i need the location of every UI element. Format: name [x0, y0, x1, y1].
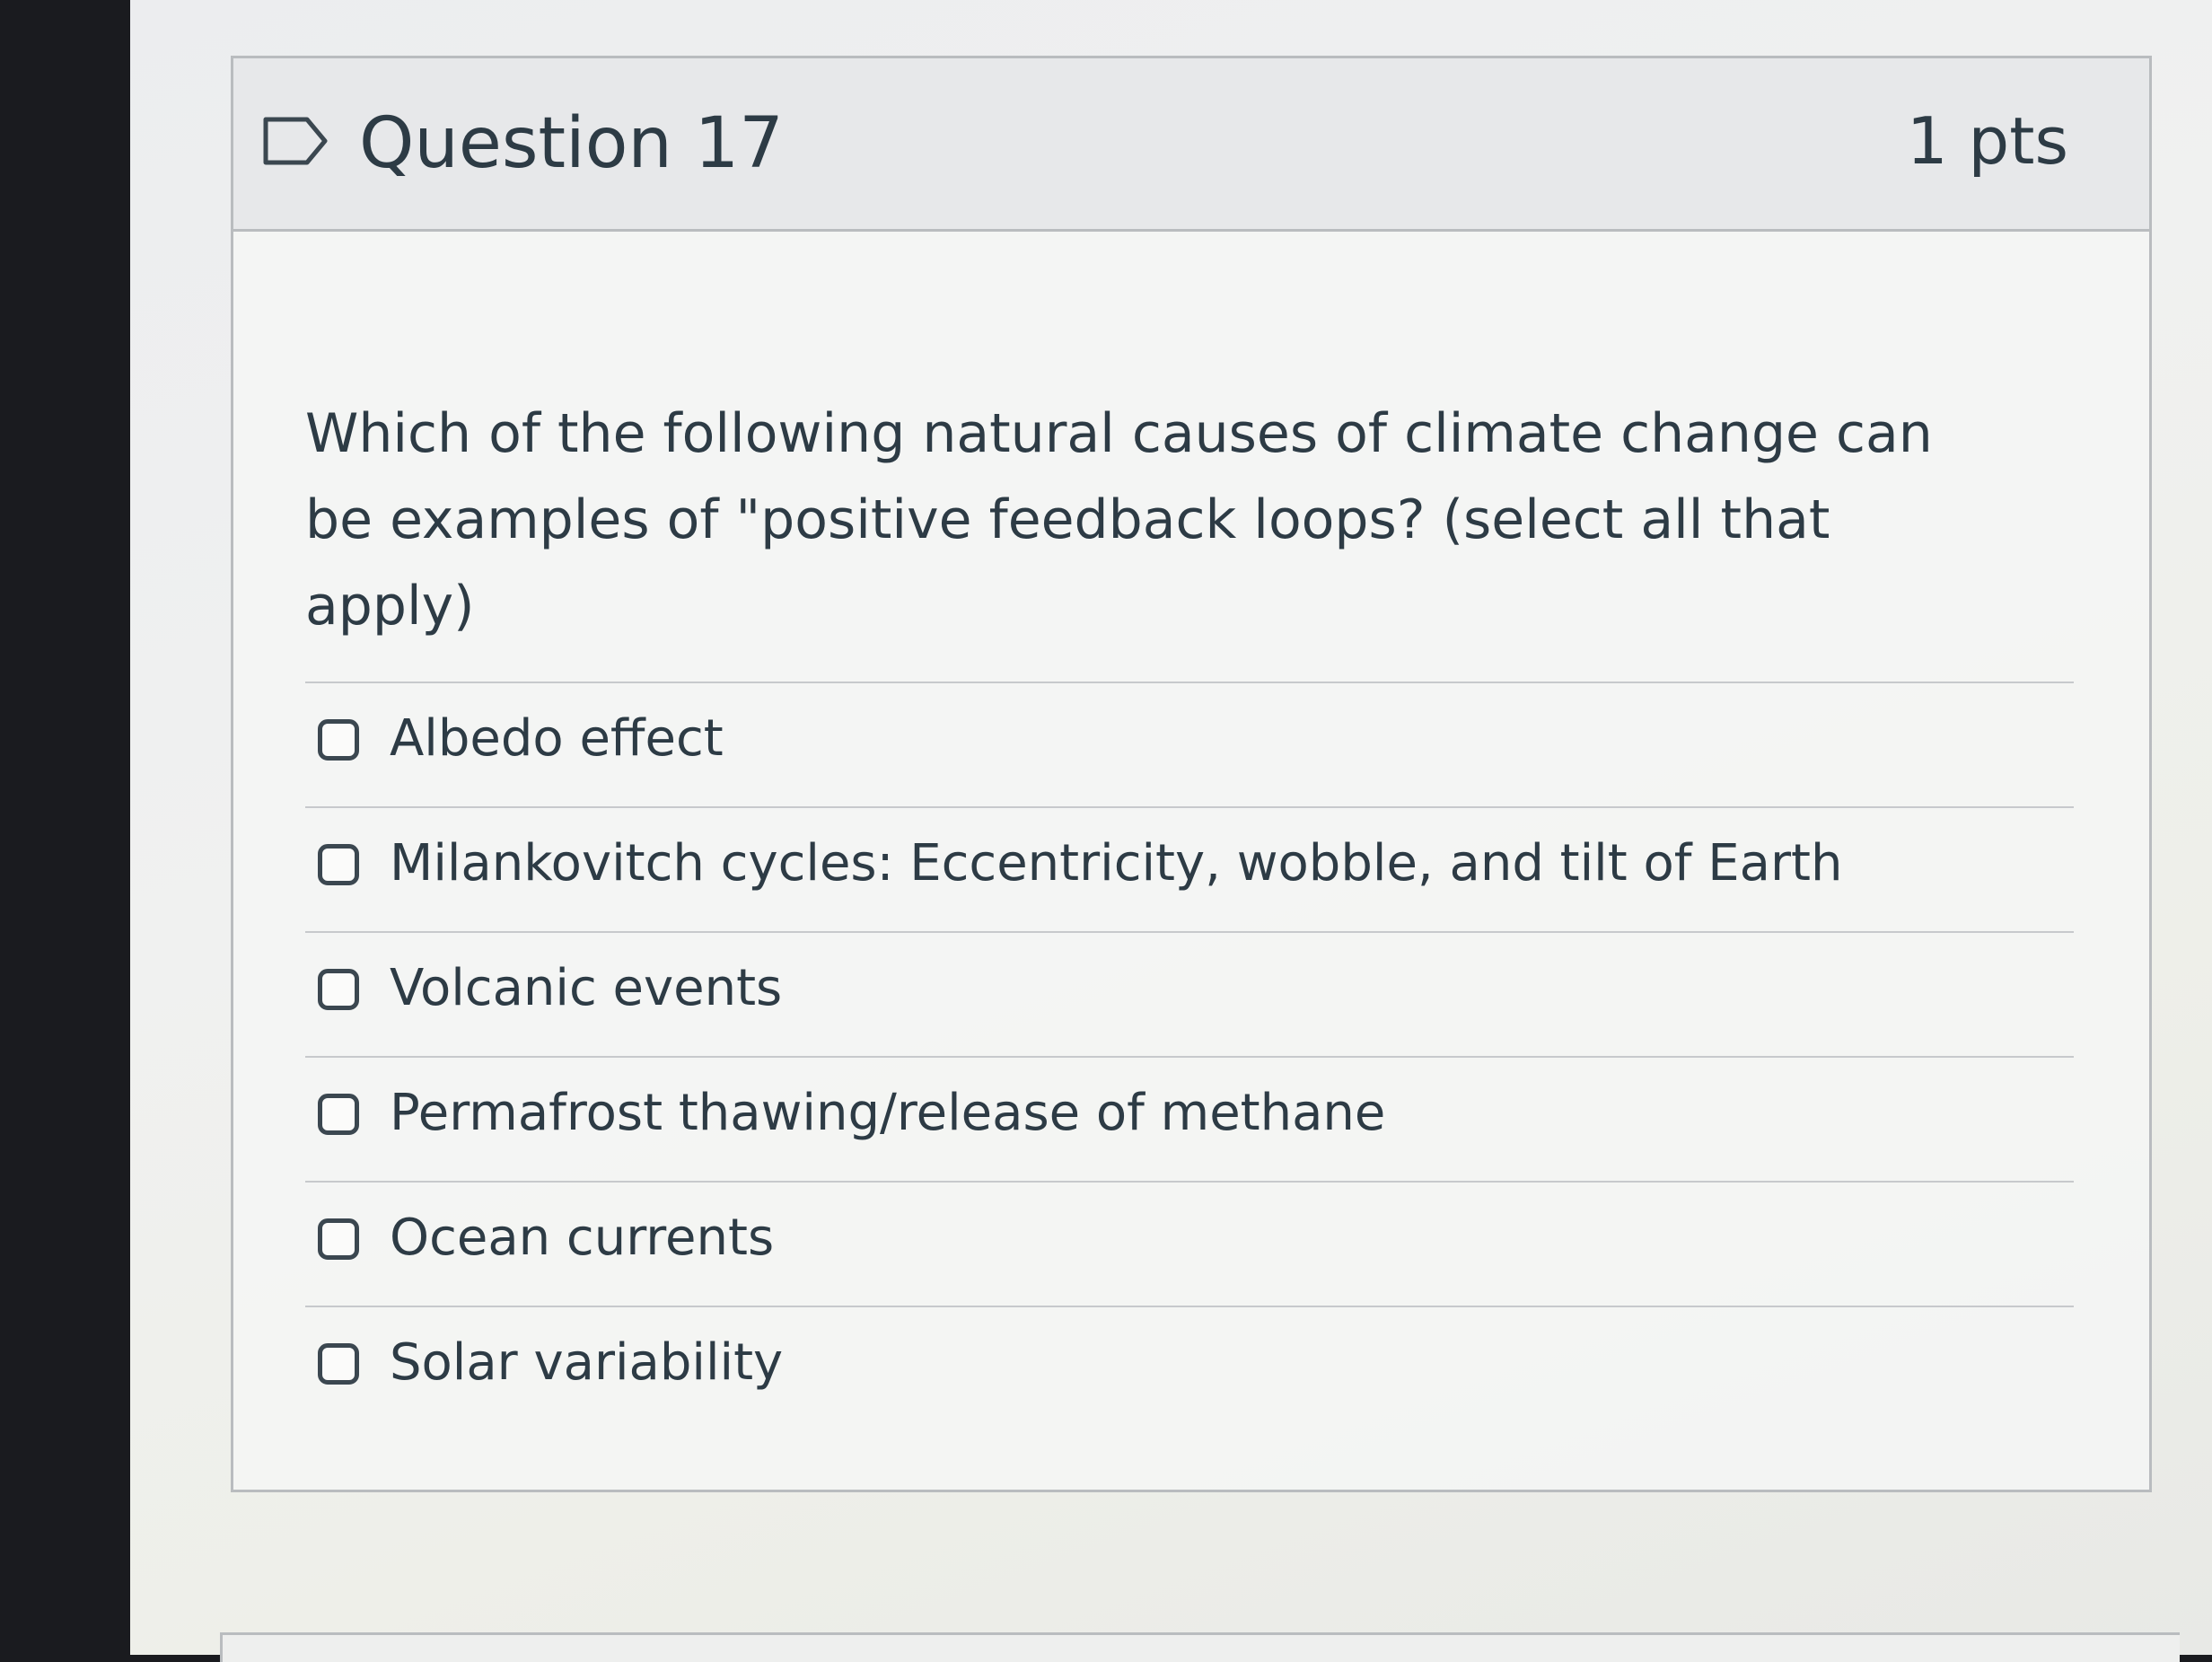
answer-checkbox[interactable]: [318, 969, 359, 1010]
answer-option[interactable]: Ocean currents: [305, 1181, 2074, 1306]
answer-checkbox[interactable]: [318, 1343, 359, 1385]
question-card: Question 17 1 pts Which of the following…: [231, 56, 2152, 1492]
question-text: Which of the following natural causes of…: [305, 402, 1933, 638]
quiz-page: Question 17 1 pts Which of the following…: [130, 0, 2212, 1662]
question-points: 1 pts: [1906, 103, 2068, 179]
answer-label[interactable]: Ocean currents: [390, 1208, 774, 1268]
answer-label[interactable]: Solar variability: [390, 1332, 783, 1393]
answer-label[interactable]: Volcanic events: [390, 958, 782, 1018]
question-header: Question 17 1 pts: [233, 58, 2149, 232]
answer-option[interactable]: Permafrost thawing/release of methane: [305, 1056, 2074, 1181]
answer-option[interactable]: Milankovitch cycles: Eccentricity, wobbl…: [305, 806, 2074, 931]
answer-option[interactable]: Solar variability: [305, 1306, 2074, 1430]
answer-checkbox[interactable]: [318, 844, 359, 885]
next-question-card-edge: [220, 1632, 2180, 1662]
answer-label[interactable]: Albedo effect: [390, 708, 724, 769]
answer-checkbox[interactable]: [318, 1094, 359, 1135]
answer-checkbox[interactable]: [318, 1218, 359, 1260]
answer-label[interactable]: Permafrost thawing/release of methane: [390, 1083, 1385, 1143]
answer-option[interactable]: Albedo effect: [305, 682, 2074, 806]
answer-checkbox[interactable]: [318, 719, 359, 761]
question-title: Question 17: [359, 103, 784, 184]
answer-list: Albedo effect Milankovitch cycles: Eccen…: [305, 682, 2074, 1430]
answer-label[interactable]: Milankovitch cycles: Eccentricity, wobbl…: [390, 833, 1842, 893]
flag-outline-icon[interactable]: [260, 114, 332, 168]
answer-option[interactable]: Volcanic events: [305, 931, 2074, 1056]
